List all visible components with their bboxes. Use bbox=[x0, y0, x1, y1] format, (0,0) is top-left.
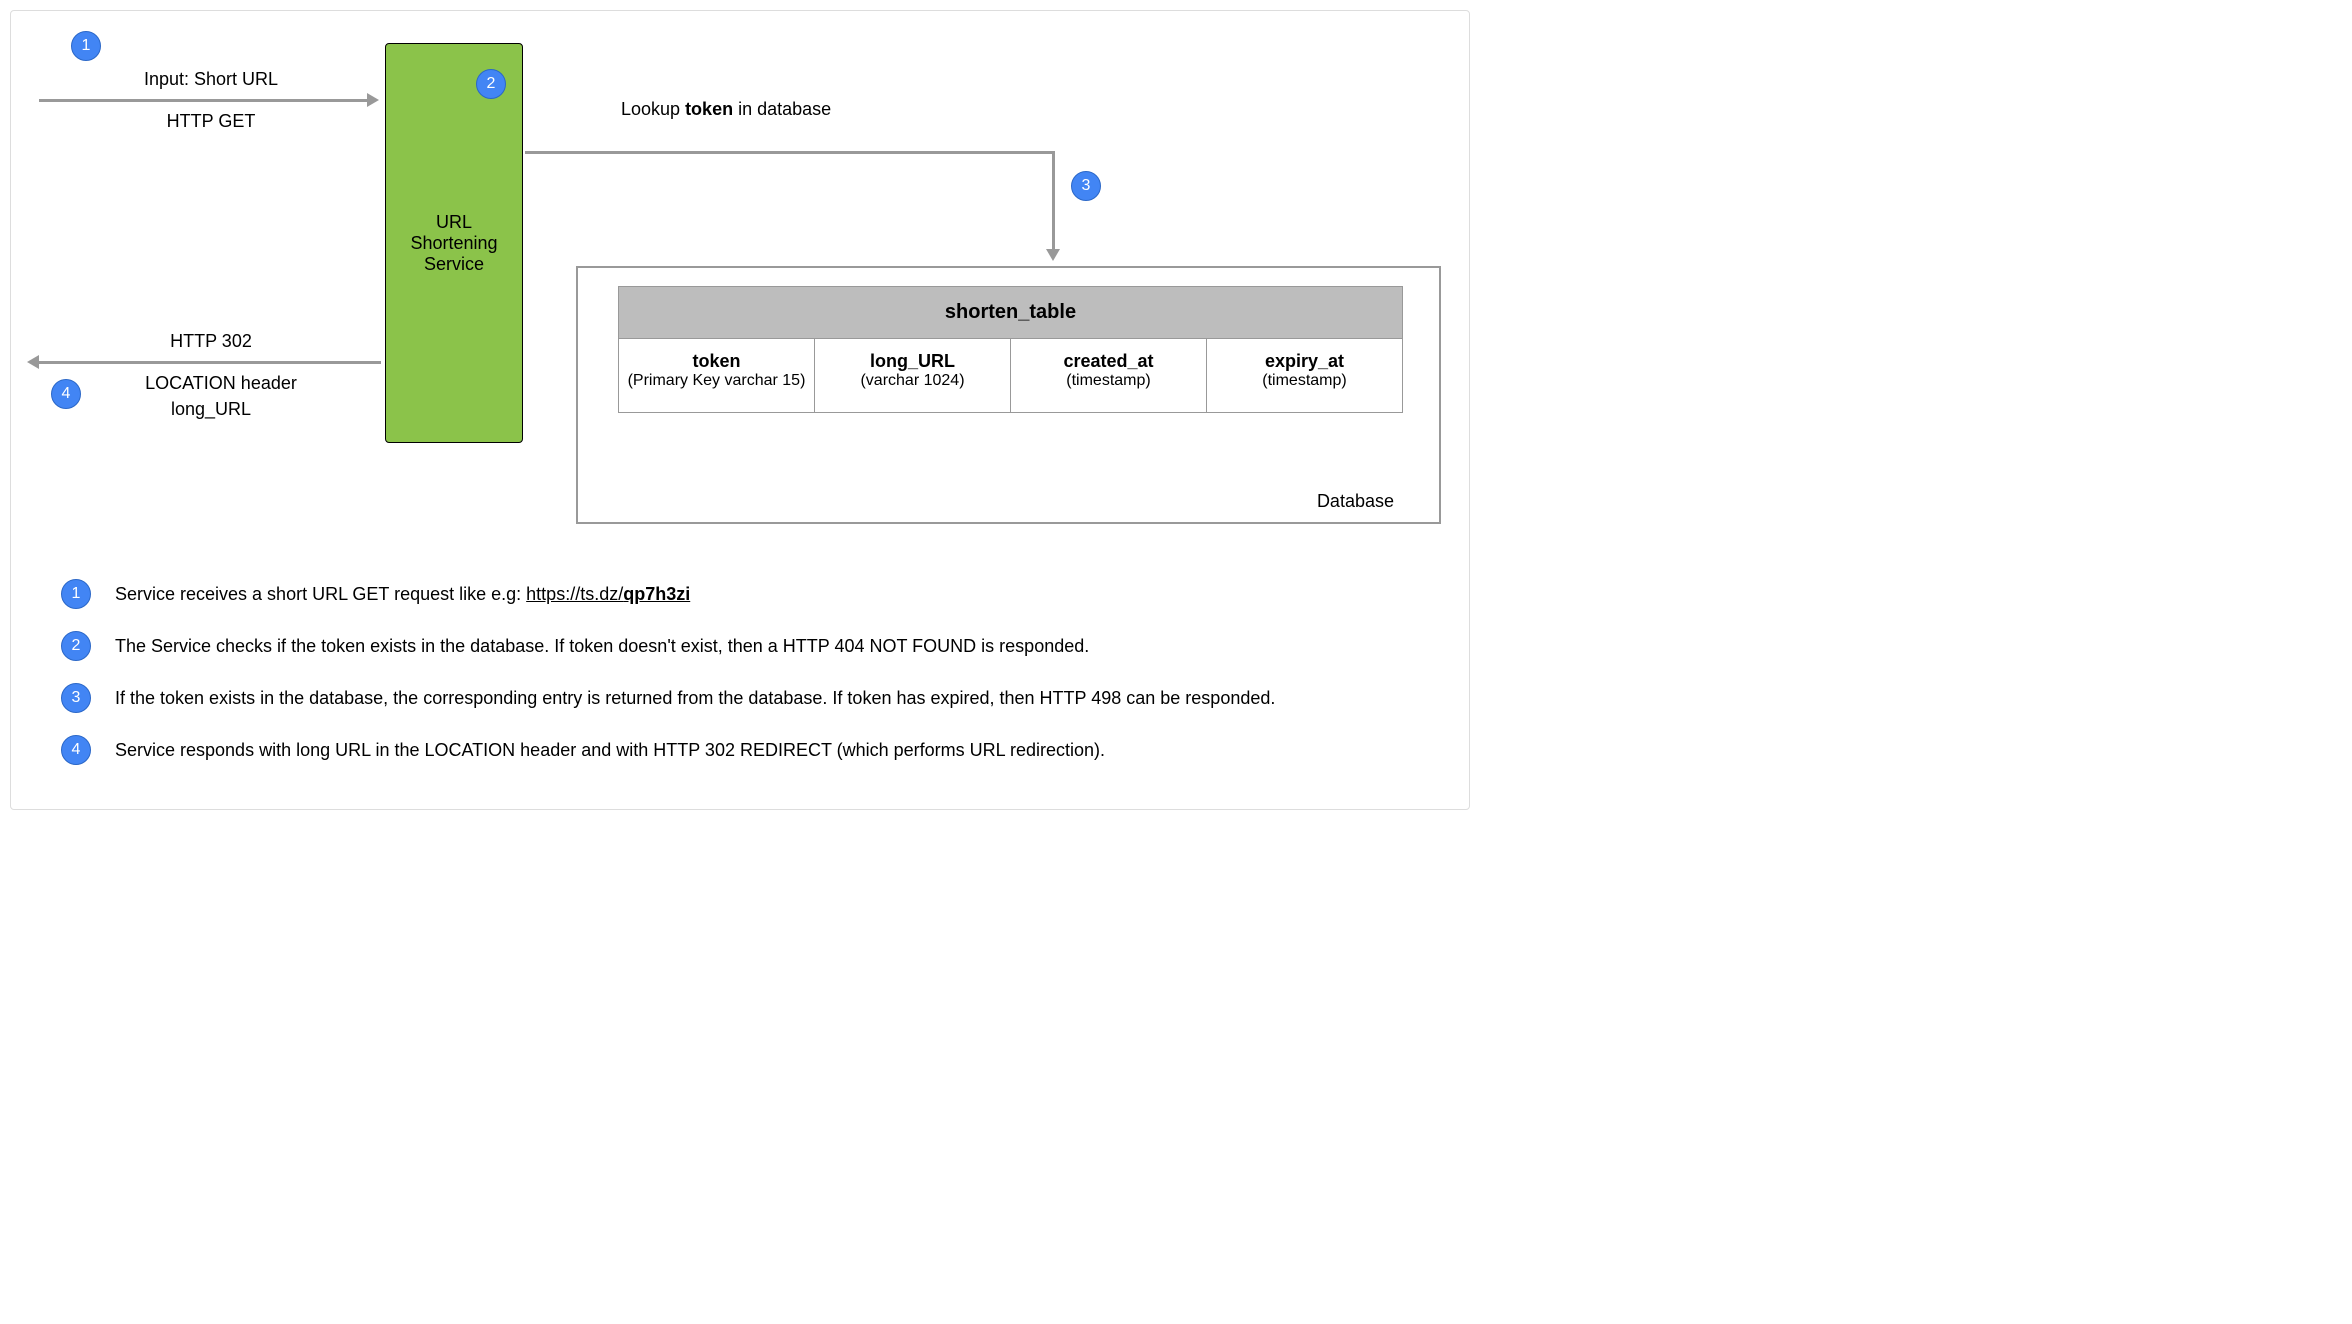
db-table-name: shorten_table bbox=[619, 287, 1402, 339]
label-lookup-suffix: in database bbox=[733, 99, 831, 119]
badge-1-legend: 1 bbox=[61, 579, 91, 609]
arrow-response bbox=[39, 361, 381, 364]
step-1: 1 Service receives a short URL GET reque… bbox=[61, 579, 1411, 609]
db-col-name: created_at bbox=[1017, 351, 1200, 372]
label-long-url: long_URL bbox=[131, 399, 291, 420]
db-col-created-at: created_at (timestamp) bbox=[1011, 339, 1207, 412]
db-table-columns: token (Primary Key varchar 15) long_URL … bbox=[619, 339, 1402, 412]
diagram-canvas: 1 Input: Short URL HTTP GET URL Shorteni… bbox=[10, 10, 1470, 810]
label-lookup: Lookup token in database bbox=[621, 99, 881, 120]
arrow-input bbox=[39, 99, 369, 102]
step-1-prefix: Service receives a short URL GET request… bbox=[115, 584, 526, 604]
badge-2-legend: 2 bbox=[61, 631, 91, 661]
badge-3: 3 bbox=[1071, 171, 1101, 201]
db-table: shorten_table token (Primary Key varchar… bbox=[618, 286, 1403, 413]
step-4: 4 Service responds with long URL in the … bbox=[61, 735, 1411, 765]
step-3: 3 If the token exists in the database, t… bbox=[61, 683, 1411, 713]
db-col-expiry-at: expiry_at (timestamp) bbox=[1207, 339, 1402, 412]
step-2-text: The Service checks if the token exists i… bbox=[115, 631, 1089, 659]
db-col-name: expiry_at bbox=[1213, 351, 1396, 372]
badge-3-legend: 3 bbox=[61, 683, 91, 713]
database-container: shorten_table token (Primary Key varchar… bbox=[576, 266, 1441, 524]
label-http-302: HTTP 302 bbox=[131, 331, 291, 352]
arrow-lookup-v bbox=[1052, 151, 1055, 251]
label-lookup-bold: token bbox=[685, 99, 733, 119]
step-2: 2 The Service checks if the token exists… bbox=[61, 631, 1411, 661]
step-4-text: Service responds with long URL in the LO… bbox=[115, 735, 1105, 763]
badge-4: 4 bbox=[51, 379, 81, 409]
arrow-input-head bbox=[367, 93, 379, 107]
badge-4-legend: 4 bbox=[61, 735, 91, 765]
db-col-name: token bbox=[625, 351, 808, 372]
step-1-link-bold: qp7h3zi bbox=[623, 584, 690, 604]
database-label: Database bbox=[1317, 491, 1394, 512]
arrow-lookup-h bbox=[525, 151, 1055, 154]
label-lookup-prefix: Lookup bbox=[621, 99, 685, 119]
service-box: URL Shortening Service bbox=[385, 43, 523, 443]
db-col-type: (Primary Key varchar 15) bbox=[625, 372, 808, 390]
badge-1: 1 bbox=[71, 31, 101, 61]
service-box-label: URL Shortening Service bbox=[396, 212, 512, 275]
label-location-header: LOCATION header bbox=[111, 373, 331, 394]
arrow-response-head bbox=[27, 355, 39, 369]
label-input-short-url: Input: Short URL bbox=[111, 69, 311, 90]
step-1-link-plain: https://ts.dz/ bbox=[526, 584, 623, 604]
db-col-long-url: long_URL (varchar 1024) bbox=[815, 339, 1011, 412]
badge-2: 2 bbox=[476, 69, 506, 99]
db-col-name: long_URL bbox=[821, 351, 1004, 372]
step-3-text: If the token exists in the database, the… bbox=[115, 683, 1275, 711]
db-col-type: (timestamp) bbox=[1017, 372, 1200, 390]
db-col-type: (varchar 1024) bbox=[821, 372, 1004, 390]
db-col-type: (timestamp) bbox=[1213, 372, 1396, 390]
db-col-token: token (Primary Key varchar 15) bbox=[619, 339, 815, 412]
label-http-get: HTTP GET bbox=[111, 111, 311, 132]
step-1-text: Service receives a short URL GET request… bbox=[115, 579, 690, 607]
steps-legend: 1 Service receives a short URL GET reque… bbox=[61, 579, 1411, 765]
arrow-lookup-head bbox=[1046, 249, 1060, 261]
